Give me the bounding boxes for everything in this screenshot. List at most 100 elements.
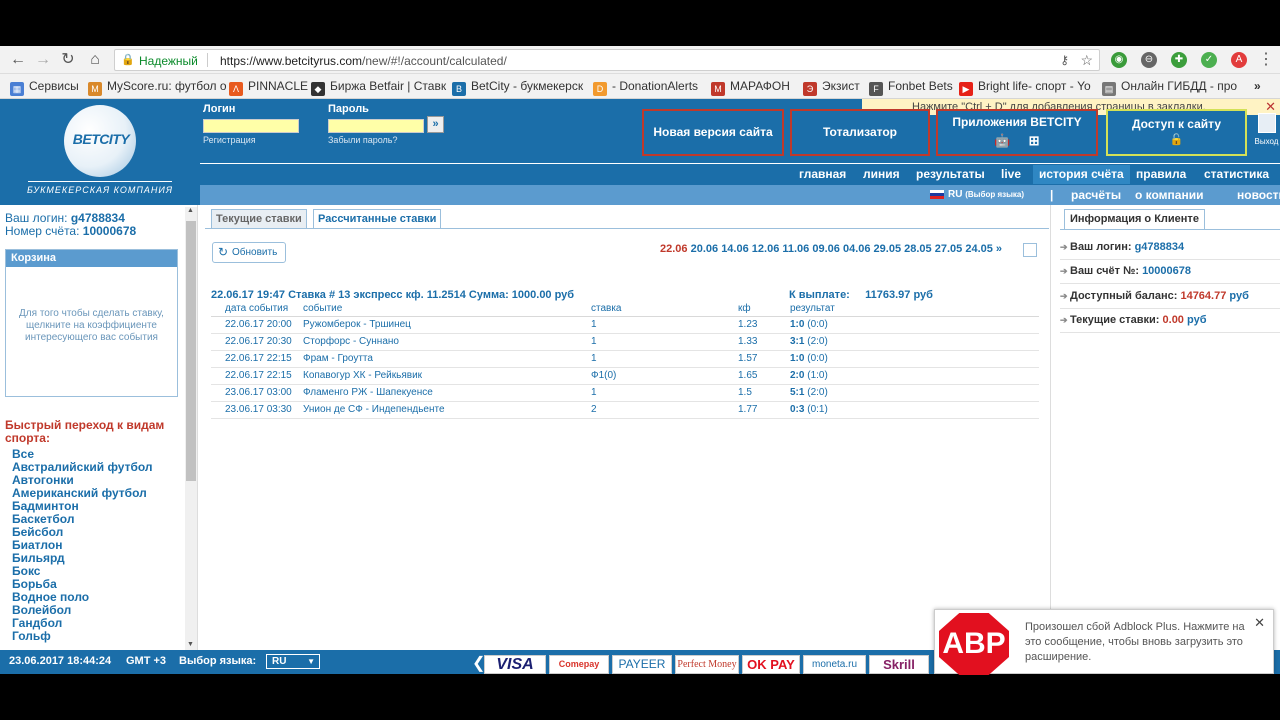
totalizator-button[interactable]: Тотализатор (790, 109, 930, 156)
date-link[interactable]: 20.06 (691, 243, 719, 255)
menu-item-rules[interactable]: правила (1136, 167, 1186, 181)
tab-current-bets[interactable]: Текущие ставки (211, 209, 307, 229)
bookmark-item[interactable]: ▦ Сервисы (10, 79, 79, 96)
bookmark-item[interactable]: ▶ Bright life- спорт - Yo (959, 79, 1091, 96)
sport-link[interactable]: Волейбол (12, 603, 71, 617)
login-submit-button[interactable]: » (427, 116, 444, 133)
sport-link[interactable]: Автогонки (12, 473, 74, 487)
date-link[interactable]: 28.05 (904, 243, 932, 255)
home-icon[interactable]: ⌂ (85, 50, 105, 70)
bookmark-item[interactable]: F Fonbet Bets (869, 79, 953, 96)
sport-link[interactable]: Борьба (12, 577, 57, 591)
extension-icon[interactable]: ✚ (1171, 52, 1187, 68)
bookmark-item[interactable]: ▤ Онлайн ГИБДД - про (1102, 79, 1237, 96)
date-link[interactable]: 27.05 (935, 243, 963, 255)
date-link[interactable]: 12.06 (752, 243, 780, 255)
extension-icon[interactable]: ⊖ (1141, 52, 1157, 68)
key-icon[interactable]: ⚷ (1060, 53, 1069, 67)
new-site-button[interactable]: Новая версия сайта (642, 109, 784, 156)
register-link[interactable]: Регистрация (203, 135, 256, 145)
more-dates-button[interactable]: » (996, 243, 1002, 255)
bookmark-item[interactable]: Λ PINNACLE (229, 79, 308, 96)
refresh-button[interactable]: ↻ Обновить (212, 242, 286, 263)
date-link[interactable]: 11.06 (782, 243, 809, 255)
sport-link[interactable]: Водное поло (12, 590, 89, 604)
reload-icon[interactable]: ↻ (58, 50, 78, 70)
column-header: кф (738, 302, 790, 317)
menu-item-live[interactable]: live (1001, 167, 1021, 181)
sport-link[interactable]: Австралийский футбол (12, 460, 153, 474)
menu-item-line[interactable]: линия (863, 167, 900, 181)
more-bookmarks-button[interactable]: » (1254, 79, 1261, 93)
exit-button[interactable]: Выход (1253, 113, 1280, 157)
tab-client-info[interactable]: Информация о Клиенте (1064, 209, 1205, 230)
menu-item-main[interactable]: главная (799, 167, 846, 181)
date-link[interactable]: 29.05 (874, 243, 902, 255)
menu-item-statistics[interactable]: статистика (1204, 167, 1269, 181)
date-link[interactable]: 04.06 (843, 243, 871, 255)
abp-message[interactable]: Произошел сбой Adblock Plus. Нажмите на … (1025, 620, 1257, 665)
arrow-icon: ➔ (1060, 315, 1068, 325)
bookmark-item[interactable]: B BetCity - букмекерск (452, 79, 583, 96)
back-icon[interactable]: ← (8, 50, 28, 70)
bookmark-label: Fonbet Bets (888, 79, 953, 93)
menu-item-about[interactable]: о компании (1135, 188, 1203, 202)
sport-link[interactable]: Биатлон (12, 538, 62, 552)
payeer-logo: PAYEER (612, 655, 672, 674)
menu-item-settlements[interactable]: расчёты (1071, 188, 1121, 202)
adblock-notification[interactable]: ABP Произошел сбой Adblock Plus. Нажмите… (934, 609, 1274, 675)
calendar-icon[interactable] (1023, 243, 1037, 257)
event-date: 22.06.17 20:30 (225, 333, 303, 351)
payout: К выплате: 11763.97 руб (789, 289, 933, 301)
password-input[interactable] (328, 119, 424, 133)
browser-toolbar: ← → ↻ ⌂ 🔒 Надежный https://www.betcityru… (0, 46, 1280, 74)
logo[interactable]: BETCITY БУКМЕКЕРСКАЯ КОМПАНИЯ (0, 99, 200, 205)
sport-link[interactable]: Бильярд (12, 551, 65, 565)
menu-item-account-history[interactable]: история счёта (1033, 165, 1130, 184)
star-icon[interactable]: ☆ (1080, 52, 1093, 69)
date-link[interactable]: 22.06 (660, 243, 688, 255)
language-select[interactable]: RU ▼ (266, 654, 320, 669)
extension-icon[interactable]: ◉ (1111, 52, 1127, 68)
sport-link[interactable]: Баскетбол (12, 512, 74, 526)
sport-link[interactable]: Американский футбол (12, 486, 147, 500)
abp-icon[interactable]: A (1231, 52, 1247, 68)
bookmark-item[interactable]: M МАРАФОН (711, 79, 790, 96)
sidebar-scrollbar[interactable]: ▲ ▼ (185, 207, 197, 650)
bookmark-item[interactable]: M MyScore.ru: футбол о (88, 79, 227, 96)
bookmark-label: Онлайн ГИБДД - про (1121, 79, 1238, 93)
bookmark-item[interactable]: Э Экзист (803, 79, 860, 96)
table-row: 22.06.17 22:15 Копавогур ХК - Рейкьявик Ф1… (211, 367, 1039, 385)
close-icon[interactable]: ✕ (1254, 615, 1265, 631)
spacer (211, 302, 225, 317)
shield-icon[interactable]: ✓ (1201, 52, 1217, 68)
sport-link[interactable]: Бокс (12, 564, 40, 578)
address-bar[interactable]: 🔒 Надежный https://www.betcityrus.com/ne… (114, 49, 1100, 71)
forward-icon[interactable]: → (33, 50, 53, 70)
sport-link[interactable]: Бейсбол (12, 525, 63, 539)
result: 2:0 (1:0) (790, 367, 1039, 385)
sport-link[interactable]: Гандбол (12, 616, 62, 630)
language-selector[interactable]: RU (Выбор языка) (948, 189, 1024, 200)
event-name: Сторфорс - Суннано (303, 333, 591, 351)
date-link[interactable]: 24.05 (965, 243, 993, 255)
login-input[interactable] (203, 119, 299, 133)
date-link[interactable]: 09.06 (812, 243, 840, 255)
tab-calculated-bets[interactable]: Рассчитанные ставки (313, 209, 442, 229)
sport-link[interactable]: Все (12, 447, 34, 461)
bookmark-item[interactable]: ◆ Биржа Betfair | Ставк (311, 79, 446, 96)
sport-link[interactable]: Бадминтон (12, 499, 79, 513)
apps-button[interactable]: Приложения BETCITY 🤖 ⊞ (936, 109, 1098, 156)
site-access-button[interactable]: Доступ к сайту 🔓 (1106, 109, 1247, 156)
date-link[interactable]: 14.06 (721, 243, 749, 255)
bookmark-item[interactable]: D - DonationAlerts (593, 79, 698, 96)
sport-link[interactable]: Гольф (12, 629, 51, 643)
scrollbar-thumb[interactable] (186, 221, 196, 481)
menu-item-results[interactable]: результаты (916, 167, 985, 181)
cart-title: Корзина (6, 250, 177, 267)
scroll-up-icon[interactable]: ▲ (187, 207, 194, 214)
forgot-password-link[interactable]: Забыли пароль? (328, 135, 397, 145)
menu-icon[interactable]: ⋮ (1256, 50, 1276, 70)
scroll-down-icon[interactable]: ▼ (187, 641, 194, 648)
menu-item-news[interactable]: новости (1237, 188, 1280, 202)
